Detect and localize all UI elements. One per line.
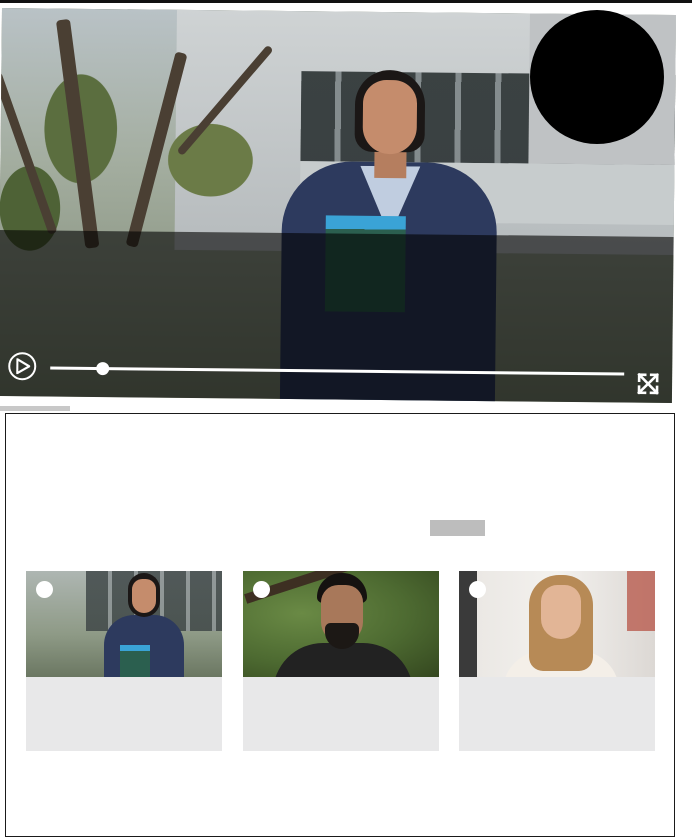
controls-overlay — [0, 229, 674, 404]
video-tile-2[interactable] — [243, 571, 439, 751]
tile-2-badge — [253, 581, 270, 598]
top-rule — [0, 0, 692, 3]
video-thumbnail-list — [26, 571, 656, 751]
video-thumbnail-man-beard — [243, 571, 439, 677]
fullscreen-icon — [637, 372, 660, 395]
video-tile-1[interactable] — [26, 571, 222, 751]
video-thumbnail-woman-blazer — [26, 571, 222, 677]
video-tile-3[interactable] — [459, 571, 655, 751]
fullscreen-button[interactable] — [636, 372, 660, 396]
video-thumbnail-woman-blonde — [459, 571, 655, 677]
video-list-card — [5, 413, 675, 837]
logo-circle — [530, 10, 664, 144]
play-icon — [16, 358, 31, 375]
tile-3-badge — [469, 581, 486, 598]
progress-handle[interactable] — [95, 362, 109, 376]
play-button[interactable] — [8, 352, 37, 381]
card-tab — [0, 406, 70, 411]
placeholder-label — [430, 520, 485, 536]
tile-1-badge — [36, 581, 53, 598]
